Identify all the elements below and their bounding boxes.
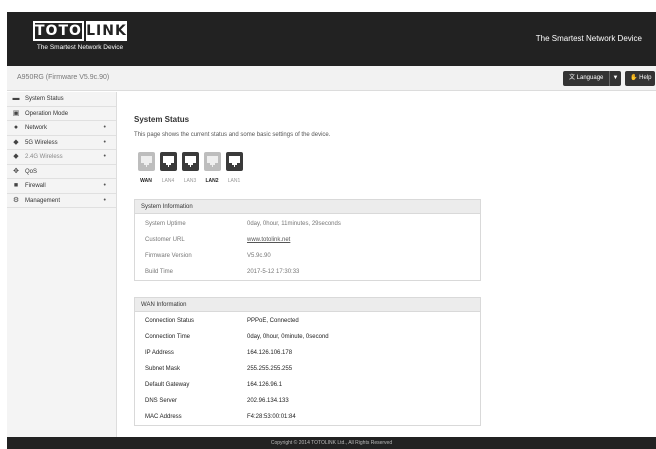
customer-url-link[interactable]: www.totolink.net: [247, 232, 290, 248]
main-content: System Status This page shows the curren…: [117, 92, 656, 437]
sidebar-item-label: 5G Wireless: [25, 139, 58, 146]
port-label-wan: WAN: [140, 178, 152, 184]
row-value: 164.126.96.1: [247, 382, 283, 388]
row-value: 0day, 0hour, 11minutes, 29seconds: [247, 221, 341, 227]
info-row: DNS Server 202.96.134.133: [135, 393, 480, 409]
sidebar-item-label: System Status: [25, 96, 64, 102]
logo-link-text: LINK: [85, 21, 127, 41]
sidebar-item-label: 2.4G Wireless: [25, 154, 63, 160]
info-row: Customer URL www.totolink.net: [135, 232, 480, 248]
monitor-icon: ▬: [12, 95, 20, 102]
sidebar-item-operation-mode[interactable]: ▣ Operation Mode: [7, 107, 116, 121]
language-label: Language: [576, 75, 604, 81]
gear-icon: ✥: [13, 167, 19, 175]
sidebar-item-24g-wireless[interactable]: ◆ 2.4G Wireless •: [7, 150, 116, 165]
logo-tagline: The Smartest Network Device: [36, 44, 124, 51]
row-key: Connection Time: [145, 334, 191, 340]
port-lan1-icon: [226, 152, 243, 171]
sidebar: ▬ System Status ▣ Operation Mode ● Netwo…: [7, 92, 117, 437]
sidebar-item-qos[interactable]: ✥ QoS: [7, 165, 116, 179]
model-firmware-label: A950RG (Firmware V5.9c.90): [17, 74, 110, 81]
sidebar-item-network[interactable]: ● Network •: [7, 121, 116, 136]
row-key: Build Time: [145, 269, 174, 275]
sidebar-item-system-status[interactable]: ▬ System Status: [7, 92, 116, 107]
row-value: 2017-5-12 17:30:33: [247, 269, 300, 275]
port-label-lan2: LAN2: [205, 178, 219, 184]
row-value: 202.96.134.133: [247, 398, 289, 404]
expand-bullet-icon: •: [103, 196, 106, 204]
settings-icon: ⚙: [12, 196, 20, 204]
row-key: Firmware Version: [145, 253, 192, 259]
info-row: System Uptime 0day, 0hour, 11minutes, 29…: [135, 216, 480, 232]
totolink-logo[interactable]: TOTO LINK The Smartest Network Device: [33, 21, 127, 55]
info-row: Connection Status PPPoE, Connected: [135, 313, 480, 329]
panel-heading: WAN Information: [135, 298, 480, 312]
info-row: Subnet Mask 255.255.255.255: [135, 361, 480, 377]
port-label-lan1: LAN1: [227, 178, 241, 184]
port-wan-icon: [138, 152, 155, 171]
footer-copyright: Copyright © 2014 TOTOLINK Ltd., All Righ…: [7, 437, 656, 449]
lock-icon: ■: [13, 182, 19, 189]
wifi-icon: ◆: [13, 153, 19, 160]
port-label-lan4: LAN4: [161, 178, 175, 184]
sidebar-item-label: Firewall: [25, 183, 46, 189]
info-row: Firmware Version V5.9c.90: [135, 248, 480, 264]
row-value: 0day, 0hour, 0minute, 0second: [247, 334, 329, 340]
row-key: Default Gateway: [145, 382, 190, 388]
port-lan4-icon: [160, 152, 177, 171]
header-slogan: The Smartest Network Device: [535, 34, 642, 43]
page-title: System Status: [134, 115, 190, 124]
port-label-lan3: LAN3: [183, 178, 197, 184]
row-value: V5.9c.90: [247, 253, 271, 259]
sub-toolbar: A950RG (Firmware V5.9c.90) 文 Language ▼ …: [7, 66, 656, 91]
port-lan3-icon: [182, 152, 199, 171]
sidebar-item-label: Network: [25, 125, 48, 131]
expand-bullet-icon: •: [103, 153, 106, 160]
info-row: Default Gateway 164.126.96.1: [135, 377, 480, 393]
chevron-down-icon[interactable]: ▼: [609, 71, 621, 86]
sidebar-item-label: Operation Mode: [25, 110, 69, 117]
row-key: System Uptime: [145, 221, 186, 227]
system-information-panel: System Information System Uptime 0day, 0…: [134, 199, 481, 281]
language-button[interactable]: 文 Language ▼: [563, 71, 621, 86]
info-row: Connection Time 0day, 0hour, 0minute, 0s…: [135, 329, 480, 345]
help-button[interactable]: ✋ Help: [625, 71, 655, 86]
wifi-icon: ◆: [13, 138, 19, 146]
port-lan2-icon: [204, 152, 221, 171]
page-top-band: [0, 0, 656, 12]
expand-bullet-icon: •: [103, 182, 106, 189]
window-icon: ▣: [12, 109, 20, 117]
row-key: IP Address: [145, 350, 174, 356]
info-row: MAC Address F4:28:53:00:01:84: [135, 409, 480, 425]
sidebar-item-management[interactable]: ⚙ Management •: [7, 194, 116, 208]
row-key: DNS Server: [145, 398, 178, 404]
sidebar-item-label: Management: [25, 197, 61, 204]
globe-icon: ●: [13, 124, 19, 131]
panel-heading: System Information: [135, 200, 480, 214]
help-icon: ✋: [630, 75, 640, 81]
row-key: Subnet Mask: [145, 366, 181, 372]
help-label: Help: [639, 75, 652, 81]
row-key: MAC Address: [145, 414, 182, 420]
row-value: F4:28:53:00:01:84: [247, 414, 296, 420]
info-row: Build Time 2017-5-12 17:30:33: [135, 264, 480, 280]
row-value: 255.255.255.255: [247, 366, 293, 372]
row-key: Connection Status: [145, 318, 195, 324]
row-key: Customer URL: [145, 237, 185, 243]
info-row: IP Address 164.126.106.178: [135, 345, 480, 361]
sidebar-item-firewall[interactable]: ■ Firewall •: [7, 179, 116, 194]
wan-information-panel: WAN Information Connection Status PPPoE,…: [134, 297, 481, 426]
sidebar-item-label: QoS: [25, 168, 38, 175]
logo-toto-text: TOTO: [33, 21, 84, 41]
row-value: 164.126.106.178: [247, 350, 293, 356]
language-icon: 文: [569, 75, 577, 81]
row-value: PPPoE, Connected: [247, 318, 299, 324]
expand-bullet-icon: •: [103, 124, 106, 131]
expand-bullet-icon: •: [103, 138, 106, 146]
page-description: This page shows the current status and s…: [134, 132, 331, 138]
sidebar-item-5g-wireless[interactable]: ◆ 5G Wireless •: [7, 136, 116, 150]
header-bar: TOTO LINK The Smartest Network Device Th…: [7, 12, 656, 66]
